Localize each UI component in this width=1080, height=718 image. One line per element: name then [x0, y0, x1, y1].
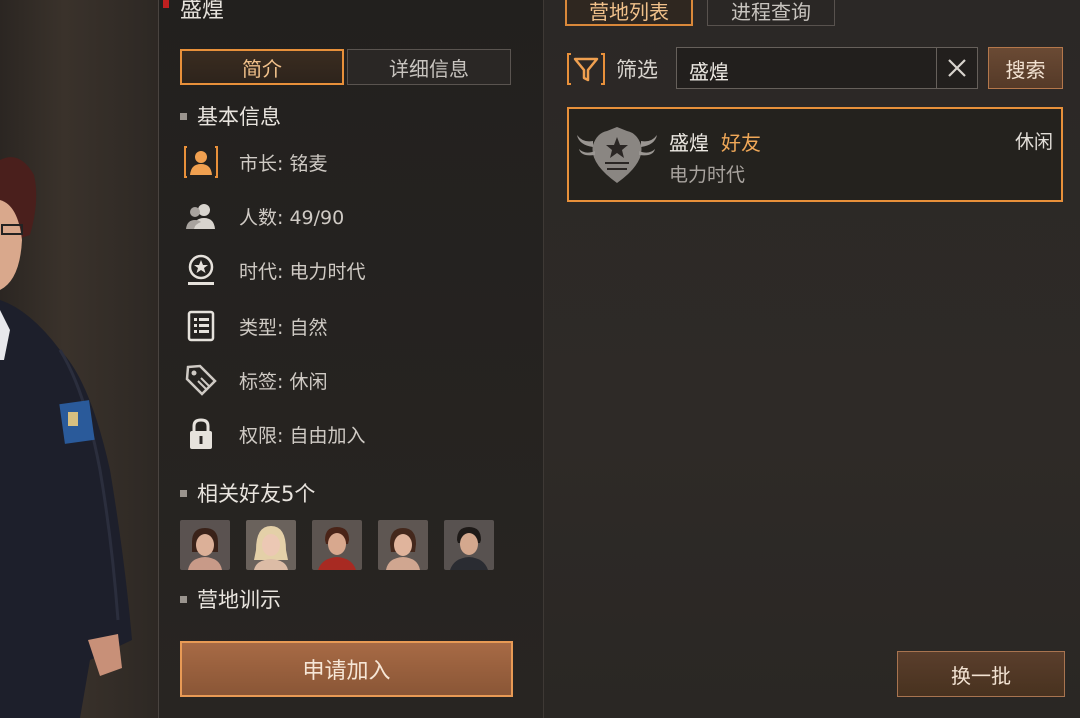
bullet-icon — [180, 112, 187, 120]
filter-icon[interactable] — [566, 52, 606, 86]
info-row-permission: 权限: 自由加入 — [183, 416, 365, 452]
section-camp-motto-label: 营地训示 — [197, 588, 281, 612]
friend-avatar-list — [180, 520, 494, 570]
camp-era: 电力时代 — [669, 164, 746, 186]
tab-camp-list[interactable]: 营地列表 — [565, 0, 693, 26]
friend-avatar[interactable] — [312, 520, 362, 570]
info-row-type: 类型: 自然 — [183, 308, 327, 344]
friend-avatar[interactable] — [378, 520, 428, 570]
info-row-tag: 标签: 休闲 — [183, 362, 327, 398]
section-related-friends-label: 相关好友5个 — [197, 482, 316, 506]
section-basic-info: 基本信息 — [180, 101, 281, 131]
search-button[interactable]: 搜索 — [988, 47, 1063, 89]
members-icon — [183, 198, 219, 234]
info-row-mayor: 市长: 铭麦 — [183, 144, 327, 180]
info-tag: 标签: 休闲 — [239, 370, 328, 393]
mayor-icon — [183, 144, 219, 180]
refresh-button[interactable]: 换一批 — [897, 651, 1065, 697]
panel-title: 盛煌 — [180, 0, 225, 23]
tab-intro[interactable]: 简介 — [180, 49, 344, 85]
section-basic-info-label: 基本信息 — [197, 105, 281, 129]
character-portrait — [0, 157, 132, 718]
friend-badge: 好友 — [721, 131, 761, 155]
info-era: 时代: 电力时代 — [239, 260, 366, 283]
apply-join-button[interactable]: 申请加入 — [180, 641, 513, 697]
friend-avatar[interactable] — [444, 520, 494, 570]
camp-emblem-icon — [577, 127, 657, 183]
section-camp-motto: 营地训示 — [180, 584, 281, 614]
search-input[interactable]: 盛煌 — [676, 47, 978, 89]
clear-icon[interactable] — [936, 48, 977, 88]
info-mayor: 市长: 铭麦 — [239, 152, 328, 175]
friend-avatar[interactable] — [246, 520, 296, 570]
bullet-icon — [180, 595, 187, 603]
title-marker — [163, 0, 169, 8]
camp-result-card[interactable]: 盛煌 好友 电力时代 休闲 — [567, 107, 1063, 202]
search-value: 盛煌 — [689, 60, 729, 84]
era-star-icon — [183, 252, 219, 288]
lock-icon — [183, 416, 219, 452]
bullet-icon — [180, 489, 187, 497]
tab-detail[interactable]: 详细信息 — [347, 49, 511, 85]
friend-avatar[interactable] — [180, 520, 230, 570]
info-row-era: 时代: 电力时代 — [183, 252, 365, 288]
camp-name: 盛煌 — [669, 131, 709, 155]
tab-progress-query[interactable]: 进程查询 — [707, 0, 835, 26]
info-type: 类型: 自然 — [239, 316, 328, 339]
section-related-friends: 相关好友5个 — [180, 478, 315, 508]
type-list-icon — [183, 308, 219, 344]
tag-icon — [183, 362, 219, 398]
filter-label[interactable]: 筛选 — [616, 54, 658, 84]
info-members: 人数: 49/90 — [239, 206, 345, 229]
info-permission: 权限: 自由加入 — [239, 424, 366, 447]
info-row-members: 人数: 49/90 — [183, 198, 344, 234]
camp-tag: 休闲 — [1014, 131, 1053, 153]
